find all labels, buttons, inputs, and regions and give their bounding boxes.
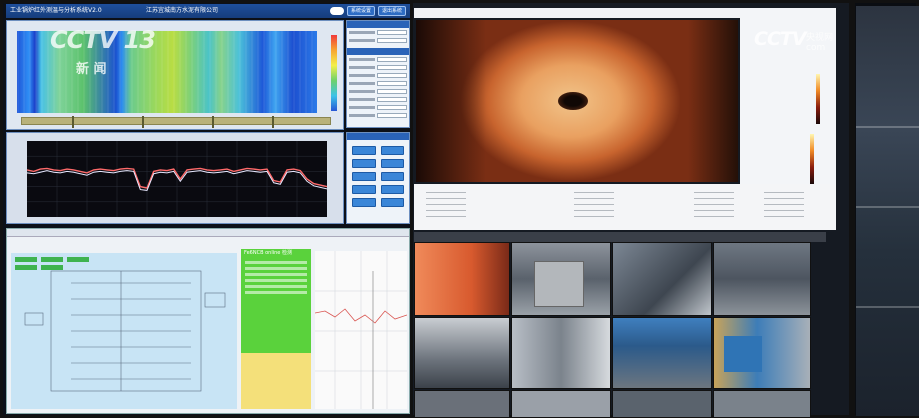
process-flow-diagram bbox=[11, 253, 237, 409]
data-column bbox=[764, 192, 804, 222]
param-field[interactable] bbox=[349, 64, 407, 71]
detection-mini-chart bbox=[315, 251, 407, 409]
screen-stripe bbox=[856, 306, 919, 308]
log-line bbox=[245, 279, 307, 282]
settings-panel-header bbox=[347, 21, 409, 28]
scrubber-tick bbox=[272, 116, 274, 128]
camera-feed-plant-6[interactable] bbox=[511, 390, 611, 418]
timeline-scrubber[interactable] bbox=[21, 116, 331, 128]
data-column bbox=[426, 192, 466, 222]
param-field[interactable] bbox=[349, 72, 407, 79]
settings-subheader bbox=[347, 48, 409, 55]
furnace-burner-hole bbox=[558, 92, 588, 110]
process-diagram-lines bbox=[24, 270, 226, 392]
furnace-data-table bbox=[414, 184, 836, 230]
screen-stripe bbox=[856, 206, 919, 208]
param-field[interactable] bbox=[349, 56, 407, 63]
camera-feed-corridor[interactable] bbox=[713, 242, 811, 316]
furnace-view-toolbar bbox=[414, 8, 744, 18]
status-tag bbox=[41, 257, 63, 262]
camera-feed-plant-3[interactable] bbox=[612, 317, 712, 389]
status-tag bbox=[15, 257, 37, 262]
camera-feed-plant-2[interactable] bbox=[511, 317, 611, 389]
action-button[interactable] bbox=[352, 146, 376, 155]
status-tag bbox=[15, 265, 37, 270]
temperature-gradient-bar bbox=[816, 74, 820, 124]
action-button[interactable] bbox=[352, 198, 376, 207]
status-tag bbox=[67, 257, 89, 262]
camera-feed-plant-5[interactable] bbox=[414, 390, 510, 418]
param-field[interactable] bbox=[349, 80, 407, 87]
log-line bbox=[245, 267, 307, 270]
screen-stripe bbox=[856, 126, 919, 128]
cctv13-channel-name: 新 闻 bbox=[76, 62, 107, 77]
camera-feed-plant-7[interactable] bbox=[612, 390, 712, 418]
data-column bbox=[574, 192, 614, 222]
param-field[interactable] bbox=[349, 29, 407, 36]
action-button[interactable] bbox=[352, 185, 376, 194]
far-right-camera-view bbox=[856, 6, 919, 416]
cctv-net-domain: com bbox=[806, 43, 826, 53]
temperature-trend-panel bbox=[6, 132, 344, 224]
camera-feed-kiln[interactable] bbox=[414, 242, 510, 316]
action-button[interactable] bbox=[380, 146, 404, 155]
camera-grid-header bbox=[414, 232, 826, 242]
camera-object bbox=[534, 261, 584, 307]
action-button[interactable] bbox=[380, 198, 404, 207]
log-line bbox=[245, 291, 307, 294]
organization-name: 江苏宜城南方水泥有限公司 bbox=[146, 7, 219, 14]
action-button[interactable] bbox=[380, 185, 404, 194]
param-field[interactable] bbox=[349, 112, 407, 119]
action-buttons-panel bbox=[346, 132, 410, 224]
temperature-color-scale bbox=[331, 35, 337, 111]
param-field[interactable] bbox=[349, 37, 407, 44]
toggle-switch[interactable] bbox=[329, 7, 344, 15]
camera-feed-plant-4[interactable] bbox=[713, 317, 811, 389]
temperature-trend-chart bbox=[27, 141, 327, 217]
action-button[interactable] bbox=[380, 172, 404, 181]
log-line bbox=[245, 273, 307, 276]
log-line bbox=[245, 285, 307, 288]
param-field[interactable] bbox=[349, 96, 407, 103]
furnace-camera-view[interactable] bbox=[416, 20, 738, 182]
temperature-gradient-bar bbox=[810, 134, 814, 184]
scrubber-tick bbox=[72, 116, 74, 128]
action-button-grid bbox=[347, 140, 409, 213]
cctv13-logo: CCTV 13 bbox=[50, 26, 156, 54]
scrubber-tick bbox=[212, 116, 214, 128]
lower-toolbar bbox=[7, 229, 409, 237]
camera-feed-silo[interactable] bbox=[511, 242, 611, 316]
exit-system-button[interactable]: 退出系统 bbox=[377, 6, 406, 16]
title-bar-buttons: 系统设置 退出系统 bbox=[329, 6, 406, 16]
online-detection-log: Fe6NCB online 检测 bbox=[241, 249, 311, 409]
camera-object bbox=[724, 336, 762, 372]
action-button[interactable] bbox=[380, 159, 404, 168]
camera-feed-plant-1[interactable] bbox=[414, 317, 510, 389]
action-panel-header bbox=[347, 133, 409, 140]
param-field[interactable] bbox=[349, 104, 407, 111]
action-button[interactable] bbox=[352, 159, 376, 168]
log-title: Fe6NCB online 检测 bbox=[244, 250, 292, 256]
app-title-bar: 工业锅炉红外测温与分析系统V2.0 江苏宜城南方水泥有限公司 系统设置 退出系统 bbox=[6, 4, 410, 18]
app-title: 工业锅炉红外测温与分析系统V2.0 bbox=[10, 7, 102, 14]
parameter-settings-panel bbox=[346, 20, 410, 128]
param-field[interactable] bbox=[349, 88, 407, 95]
data-column bbox=[694, 192, 734, 222]
camera-feed-stairs[interactable] bbox=[612, 242, 712, 316]
cctv-logo: CCTV bbox=[754, 28, 807, 50]
system-settings-button[interactable]: 系统设置 bbox=[346, 6, 375, 16]
log-warning-area bbox=[241, 353, 311, 409]
status-tag bbox=[41, 265, 63, 270]
process-control-screen: Fe6NCB online 检测 bbox=[6, 228, 410, 414]
action-button[interactable] bbox=[352, 172, 376, 181]
log-line bbox=[245, 261, 307, 264]
camera-feed-plant-8[interactable] bbox=[713, 390, 811, 418]
scrubber-tick bbox=[142, 116, 144, 128]
cctv-net-name: 央视网 bbox=[806, 33, 834, 43]
